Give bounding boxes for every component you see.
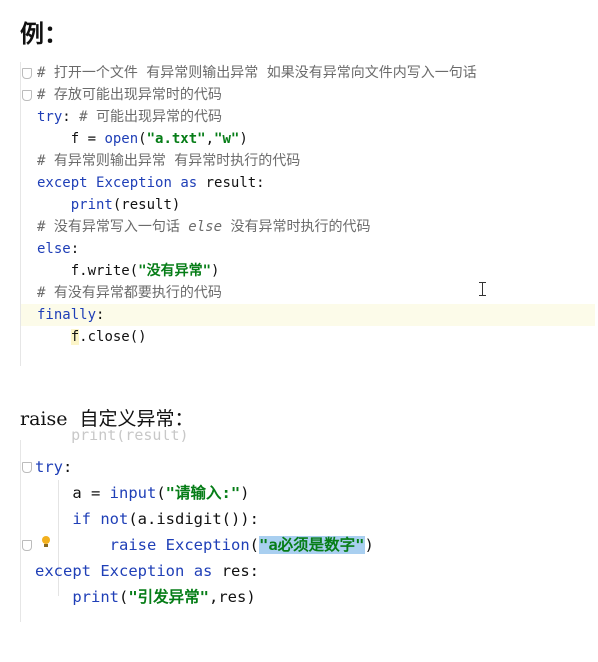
comment: # 没有异常写入一句话 else 没有异常时执行的代码 — [37, 219, 371, 235]
code-line: try: # 可能出现异常的代码 — [37, 109, 223, 125]
code-block-raise[interactable]: print(result) try: a = input("请输入:") if … — [20, 430, 595, 622]
comment: # 可能出现异常的代码 — [79, 109, 223, 125]
comment: # 打开一个文件 有异常则输出异常 如果没有异常向文件内写入一句话 — [37, 65, 477, 81]
raise-heading: raise 自定义异常： — [20, 408, 194, 430]
code-line: print("引发异常",res) — [72, 588, 256, 606]
code-line: except Exception as result: — [37, 175, 265, 191]
comment: # 有没有异常都要执行的代码 — [37, 285, 222, 301]
example-heading: 例： — [20, 19, 68, 48]
code-line: # 有异常则输出异常 有异常时执行的代码 — [21, 150, 595, 172]
comment: # 存放可能出现异常时的代码 — [37, 87, 222, 103]
code-line: # 有没有异常都要执行的代码 — [21, 282, 595, 304]
code-block-try-except[interactable]: # 打开一个文件 有异常则输出异常 如果没有异常向文件内写入一句话 # 存放可能… — [20, 62, 595, 366]
code-line: print(result) — [70, 197, 181, 213]
code-line: if not(a.isdigit()): — [72, 510, 259, 528]
selected-text[interactable]: "a必须是数字" — [259, 536, 365, 554]
code-line: raise Exception("a必须是数字") — [21, 532, 595, 558]
text-cursor-icon — [478, 282, 488, 296]
code-line: else: — [37, 241, 80, 257]
code-line: # 存放可能出现异常时的代码 — [21, 84, 595, 106]
clipped-code-line: print(result) — [35, 430, 189, 444]
code-line: f = open("a.txt","w") — [70, 131, 248, 147]
code-line: f.write("没有异常") — [70, 263, 220, 279]
fold-marker-icon[interactable] — [22, 68, 32, 79]
comment: # 有异常则输出异常 有异常时执行的代码 — [37, 153, 301, 169]
fold-marker-icon[interactable] — [22, 90, 32, 101]
fold-marker-icon[interactable] — [22, 462, 32, 473]
code-line: # 没有异常写入一句话 else 没有异常时执行的代码 — [21, 216, 595, 238]
code-line: except Exception as res: — [35, 562, 260, 580]
fold-marker-icon[interactable] — [22, 540, 32, 551]
code-line: try: — [21, 454, 595, 480]
code-line: # 打开一个文件 有异常则输出异常 如果没有异常向文件内写入一句话 — [21, 62, 595, 84]
code-line: f.close() — [70, 329, 147, 345]
keyword-try: try — [37, 109, 63, 125]
code-line-current: finally: — [21, 304, 595, 326]
code-line: a = input("请输入:") — [72, 484, 250, 502]
